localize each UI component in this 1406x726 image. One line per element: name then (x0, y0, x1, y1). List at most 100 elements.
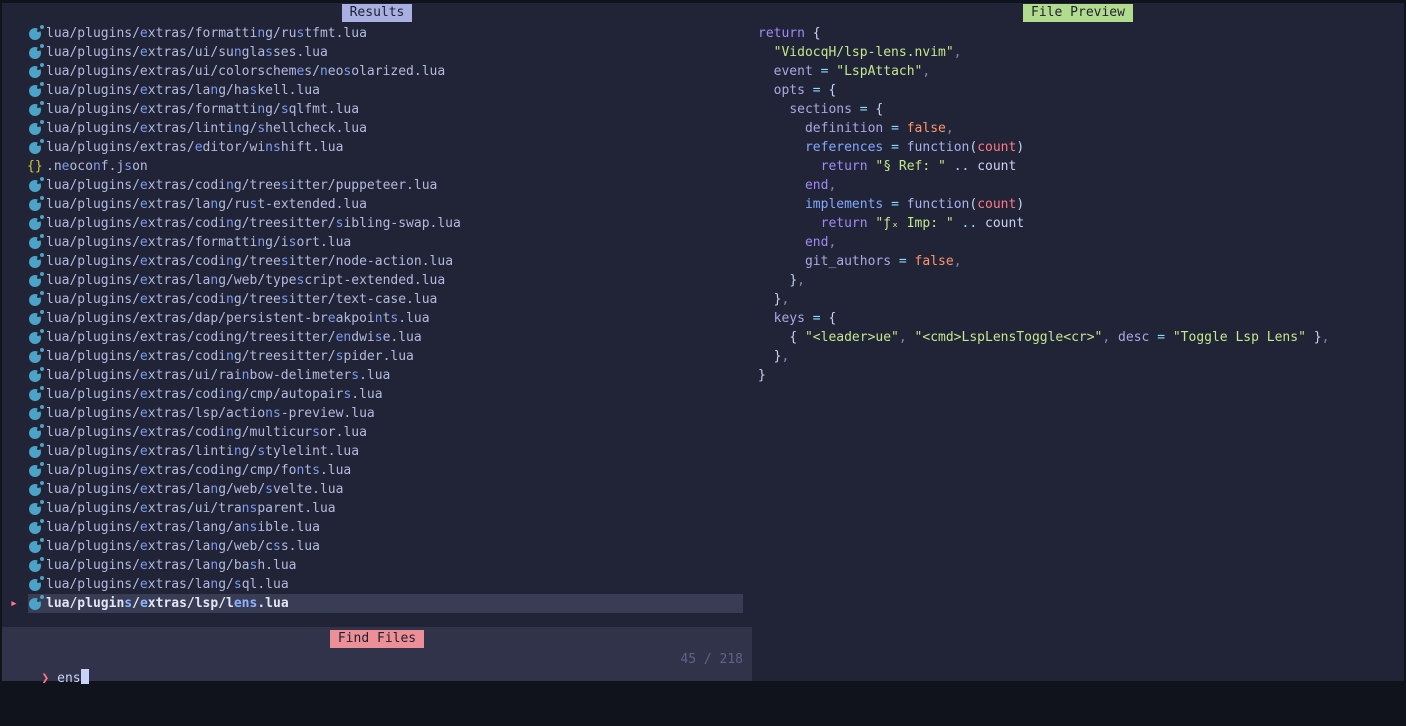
prompt-input[interactable]: ❯ens 45 / 218 (10, 650, 743, 669)
code-line: references = function(count) (758, 138, 1329, 157)
result-row[interactable]: lua/plugins/extras/coding/cmp/autopairs.… (2, 385, 752, 404)
lua-file-icon (29, 503, 41, 515)
result-row[interactable]: lua/plugins/extras/coding/treesitter/tex… (2, 290, 752, 309)
code-line: }, (758, 290, 1329, 309)
lua-file-icon (29, 370, 41, 382)
lua-file-icon (29, 294, 41, 306)
result-row[interactable]: lua/plugins/extras/coding/treesitter/nod… (2, 252, 752, 271)
result-row[interactable]: lua/plugins/extras/coding/treesitter/end… (2, 328, 752, 347)
code-line: definition = false, (758, 119, 1329, 138)
result-path: lua/plugins/extras/lsp/actions-preview.l… (46, 406, 375, 421)
result-path: lua/plugins/extras/lang/haskell.lua (46, 83, 320, 98)
lua-file-icon (29, 180, 41, 192)
result-row[interactable]: lua/plugins/extras/coding/multicursor.lu… (2, 423, 752, 442)
result-path: lua/plugins/extras/formatting/isort.lua (46, 235, 351, 250)
lua-file-icon (29, 256, 41, 268)
lua-file-icon (29, 275, 41, 287)
result-row[interactable]: lua/plugins/extras/lang/web/css.lua (2, 537, 752, 556)
result-path: lua/plugins/extras/coding/treesitter/sib… (46, 216, 461, 231)
json-file-icon: {} (27, 157, 43, 176)
lua-file-icon (29, 85, 41, 97)
result-row[interactable]: lua/plugins/extras/ui/sunglasses.lua (2, 43, 752, 62)
lua-file-icon (29, 237, 41, 249)
result-row[interactable]: lua/plugins/extras/editor/winshift.lua (2, 138, 752, 157)
code-line: { "<leader>ue", "<cmd>LspLensToggle<cr>"… (758, 328, 1329, 347)
code-line: }, (758, 271, 1329, 290)
result-row[interactable]: lua/plugins/extras/lang/ansible.lua (2, 518, 752, 537)
result-path: lua/plugins/extras/linting/stylelint.lua (46, 444, 359, 459)
lua-file-icon (29, 484, 41, 496)
result-row[interactable]: lua/plugins/extras/coding/treesitter/pup… (2, 176, 752, 195)
result-path: lua/plugins/extras/lang/web/svelte.lua (46, 482, 343, 497)
code-line: opts = { (758, 81, 1329, 100)
file-preview-code: return { "VidocqH/lsp-lens.nvim", event … (758, 24, 1329, 385)
result-path: lua/plugins/extras/lang/rust-extended.lu… (46, 197, 367, 212)
result-row[interactable]: lua/plugins/extras/coding/treesitter/spi… (2, 347, 752, 366)
result-path: lua/plugins/extras/coding/cmp/fonts.lua (46, 463, 351, 478)
lua-file-icon (29, 104, 41, 116)
result-row[interactable]: lua/plugins/extras/ui/rainbow-delimeters… (2, 366, 752, 385)
code-line: implements = function(count) (758, 195, 1329, 214)
lua-file-icon (29, 465, 41, 477)
lua-file-icon (29, 28, 41, 40)
lua-file-icon (29, 598, 41, 610)
code-line: "VidocqH/lsp-lens.nvim", (758, 43, 1329, 62)
result-row[interactable]: lua/plugins/extras/linting/stylelint.lua (2, 442, 752, 461)
code-line: end, (758, 176, 1329, 195)
lua-file-icon (29, 351, 41, 363)
result-row-selected[interactable]: ▸lua/plugins/extras/lsp/lens.lua (2, 594, 752, 613)
result-path: lua/plugins/extras/ui/transparent.lua (46, 501, 336, 516)
result-path: lua/plugins/extras/ui/rainbow-delimeters… (46, 368, 390, 383)
lua-file-icon (29, 142, 41, 154)
result-path: lua/plugins/extras/editor/winshift.lua (46, 140, 343, 155)
lua-file-icon (29, 332, 41, 344)
code-line: return "ƒₓ Imp: " .. count (758, 214, 1329, 233)
prompt-caret-icon: ❯ (41, 671, 49, 686)
lua-file-icon (29, 408, 41, 420)
result-path: lua/plugins/extras/formatting/sqlfmt.lua (46, 102, 359, 117)
lua-file-icon (29, 123, 41, 135)
result-path: .neoconf.json (46, 159, 148, 174)
result-row[interactable]: lua/plugins/extras/coding/treesitter/sib… (2, 214, 752, 233)
result-row[interactable]: lua/plugins/extras/lang/rust-extended.lu… (2, 195, 752, 214)
lua-file-icon (29, 199, 41, 211)
lua-file-icon (29, 522, 41, 534)
lua-file-icon (29, 389, 41, 401)
result-path: lua/plugins/extras/lang/sql.lua (46, 577, 289, 592)
code-line: git_authors = false, (758, 252, 1329, 271)
result-path: lua/plugins/extras/ui/sunglasses.lua (46, 45, 328, 60)
result-row[interactable]: {}.neoconf.json (2, 157, 752, 176)
result-path: lua/plugins/extras/coding/cmp/autopairs.… (46, 387, 383, 402)
result-row[interactable]: lua/plugins/extras/dap/persistent-breakp… (2, 309, 752, 328)
lua-file-icon (29, 66, 41, 78)
result-row[interactable]: lua/plugins/extras/coding/cmp/fonts.lua (2, 461, 752, 480)
result-row[interactable]: lua/plugins/extras/formatting/isort.lua (2, 233, 752, 252)
result-path: lua/plugins/extras/coding/treesitter/pup… (46, 178, 437, 193)
result-row[interactable]: lua/plugins/extras/formatting/sqlfmt.lua (2, 100, 752, 119)
file-preview-title-badge: File Preview (1023, 4, 1133, 22)
result-path: lua/plugins/extras/coding/treesitter/tex… (46, 292, 437, 307)
results-title-badge: Results (342, 4, 413, 22)
result-counter: 45 / 218 (680, 650, 743, 669)
results-list[interactable]: lua/plugins/extras/formatting/rustfmt.lu… (2, 24, 752, 613)
result-row[interactable]: lua/plugins/extras/lsp/actions-preview.l… (2, 404, 752, 423)
result-row[interactable]: lua/plugins/extras/ui/transparent.lua (2, 499, 752, 518)
result-row[interactable]: lua/plugins/extras/lang/web/typescript-e… (2, 271, 752, 290)
result-row[interactable]: lua/plugins/extras/formatting/rustfmt.lu… (2, 24, 752, 43)
result-path: lua/plugins/extras/lang/web/typescript-e… (46, 273, 445, 288)
lua-file-icon (29, 218, 41, 230)
telescope-picker: Results lua/plugins/extras/formatting/ru… (2, 3, 1404, 681)
result-path: lua/plugins/extras/coding/treesitter/spi… (46, 349, 414, 364)
preview-panel-header: File Preview (752, 4, 1404, 22)
lua-file-icon (29, 313, 41, 325)
result-row[interactable]: lua/plugins/extras/lang/bash.lua (2, 556, 752, 575)
result-path: lua/plugins/extras/linting/shellcheck.lu… (46, 121, 367, 136)
result-row[interactable]: lua/plugins/extras/lang/sql.lua (2, 575, 752, 594)
result-path: lua/plugins/extras/lsp/lens.lua (46, 596, 289, 611)
result-row[interactable]: lua/plugins/extras/lang/haskell.lua (2, 81, 752, 100)
result-row[interactable]: lua/plugins/extras/lang/web/svelte.lua (2, 480, 752, 499)
result-row[interactable]: lua/plugins/extras/linting/shellcheck.lu… (2, 119, 752, 138)
result-path: lua/plugins/extras/dap/persistent-breakp… (46, 311, 430, 326)
result-row[interactable]: lua/plugins/extras/ui/colorschemes/neoso… (2, 62, 752, 81)
result-path: lua/plugins/extras/formatting/rustfmt.lu… (46, 26, 367, 41)
